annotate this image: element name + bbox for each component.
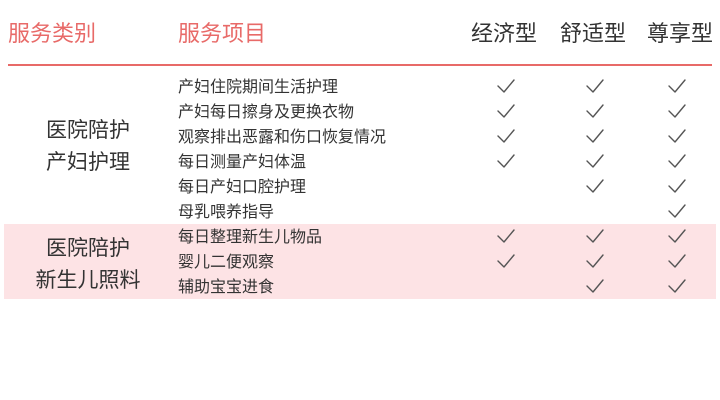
table-row: 观察排出恶露和伤口恢复情况 <box>4 124 716 149</box>
check-icon <box>496 251 516 271</box>
check-icon <box>667 176 687 196</box>
check-icon <box>585 126 605 146</box>
check-icon <box>496 226 516 246</box>
service-item: 母乳喂养指导 <box>178 202 275 221</box>
section-newborn-care: 医院陪护 新生儿照料 每日整理新生儿物品 婴儿二便观察 辅助宝宝进食 <box>4 224 716 299</box>
header-item: 服务项目 <box>178 22 267 47</box>
table-row: 母乳喂养指导 <box>4 199 716 224</box>
table-row: 每日产妇口腔护理 <box>4 174 716 199</box>
check-icon <box>667 276 687 296</box>
check-icon <box>667 101 687 121</box>
section-maternal-care: 医院陪护 产妇护理 产妇住院期间生活护理 产妇每日擦身及更换衣物 观察排出恶露和伤口… <box>4 72 716 224</box>
service-item: 每日产妇口腔护理 <box>178 177 307 196</box>
table-row: 产妇每日擦身及更换衣物 <box>4 99 716 124</box>
service-item: 观察排出恶露和伤口恢复情况 <box>178 127 387 146</box>
check-icon <box>667 126 687 146</box>
check-icon <box>496 126 516 146</box>
check-icon <box>667 251 687 271</box>
header-category: 服务类别 <box>8 22 97 47</box>
check-icon <box>496 76 516 96</box>
table-row: 婴儿二便观察 <box>4 249 716 274</box>
check-icon <box>667 151 687 171</box>
check-icon <box>667 226 687 246</box>
service-item: 产妇住院期间生活护理 <box>178 77 339 96</box>
check-icon <box>585 151 605 171</box>
check-icon <box>667 201 687 221</box>
check-icon <box>496 101 516 121</box>
header-tier-premium: 尊享型 <box>646 22 713 47</box>
table-header: 服务类别 服务项目 经济型 舒适型 尊享型 <box>0 0 720 66</box>
check-icon <box>585 101 605 121</box>
check-icon <box>585 226 605 246</box>
service-item: 每日测量产妇体温 <box>178 152 307 171</box>
service-item: 辅助宝宝进食 <box>178 277 275 296</box>
service-item: 每日整理新生儿物品 <box>178 227 323 246</box>
header-tier-economy: 经济型 <box>470 22 537 47</box>
table-row: 每日整理新生儿物品 <box>4 224 716 249</box>
check-icon <box>496 151 516 171</box>
check-icon <box>585 251 605 271</box>
service-item: 婴儿二便观察 <box>178 252 275 271</box>
table-row: 产妇住院期间生活护理 <box>4 74 716 99</box>
check-icon <box>585 276 605 296</box>
header-tier-comfort: 舒适型 <box>559 22 626 47</box>
service-item: 产妇每日擦身及更换衣物 <box>178 102 355 121</box>
table-row: 每日测量产妇体温 <box>4 149 716 174</box>
check-icon <box>585 76 605 96</box>
header-divider <box>8 64 712 66</box>
table-row: 辅助宝宝进食 <box>4 274 716 299</box>
check-icon <box>585 176 605 196</box>
check-icon <box>667 76 687 96</box>
